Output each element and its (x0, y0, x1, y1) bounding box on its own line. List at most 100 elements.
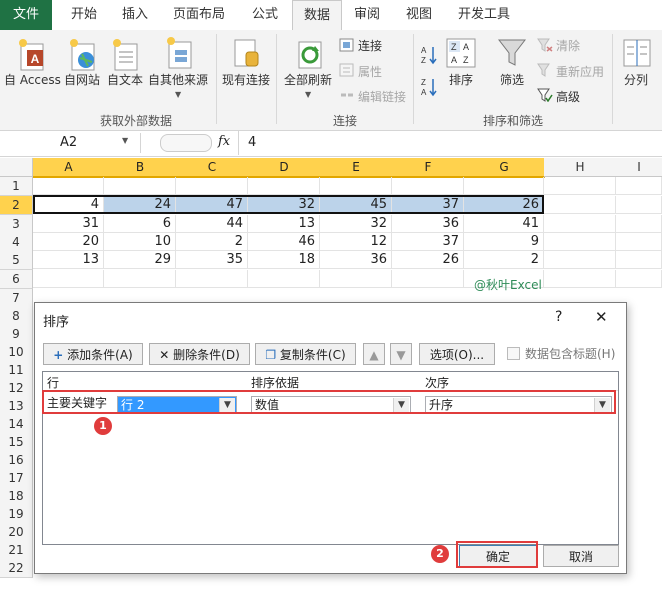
cell[interactable] (616, 233, 662, 251)
from-other-sources-button[interactable]: 自其他来源 (148, 71, 208, 88)
row-header-17[interactable]: 17 (0, 469, 33, 488)
add-condition-button[interactable]: + 添加条件(A) (43, 343, 143, 365)
formula-bar-handle[interactable] (160, 134, 212, 152)
cancel-button[interactable]: 取消 (543, 545, 619, 567)
column-header-b[interactable]: B (104, 158, 177, 178)
cell[interactable] (464, 177, 544, 195)
sort-button[interactable]: 排序 (449, 71, 473, 88)
cell[interactable] (248, 270, 320, 288)
tab-page-layout[interactable]: 页面布局 (160, 0, 238, 30)
cell[interactable] (544, 196, 616, 214)
cell[interactable] (176, 270, 248, 288)
row-header-7[interactable]: 7 (0, 289, 33, 308)
has-header-checkbox[interactable] (507, 347, 520, 360)
move-up-button[interactable]: ▲ (363, 343, 385, 365)
row-header-12[interactable]: 12 (0, 379, 33, 398)
copy-condition-button[interactable]: ❐ 复制条件(C) (255, 343, 356, 365)
advanced-button[interactable]: 高级 (556, 88, 580, 105)
cell[interactable] (616, 196, 662, 214)
options-button[interactable]: 选项(O)... (419, 343, 495, 365)
cell[interactable]: 41 (464, 215, 544, 233)
row-header-8[interactable]: 8 (0, 307, 33, 326)
cell[interactable] (104, 177, 176, 195)
cell[interactable] (33, 270, 104, 288)
cell[interactable] (544, 177, 616, 195)
reapply-button[interactable]: 重新应用 (556, 63, 604, 80)
cell[interactable] (616, 215, 662, 233)
row-header-21[interactable]: 21 (0, 541, 33, 560)
tab-home[interactable]: 开始 (56, 0, 112, 30)
column-header-d[interactable]: D (248, 158, 321, 178)
edit-links-button[interactable]: 编辑链接 (358, 88, 406, 105)
row-header-16[interactable]: 16 (0, 451, 33, 470)
cell[interactable] (544, 233, 616, 251)
cell[interactable]: 44 (176, 215, 248, 233)
cell[interactable]: 12 (320, 233, 392, 251)
row-header-2[interactable]: 2 (0, 196, 33, 215)
row-header-22[interactable]: 22 (0, 559, 33, 578)
from-text-button[interactable]: 自文本 (107, 71, 143, 88)
cell[interactable]: 2 (176, 233, 248, 251)
cell[interactable] (544, 215, 616, 233)
cell[interactable]: 2 (464, 251, 544, 269)
cell[interactable] (320, 270, 392, 288)
cell[interactable]: 13 (248, 215, 320, 233)
row-header-13[interactable]: 13 (0, 397, 33, 416)
cell[interactable]: 20 (33, 233, 104, 251)
cell[interactable] (544, 251, 616, 269)
formula-input[interactable]: 4 (248, 135, 256, 150)
row-header-11[interactable]: 11 (0, 361, 33, 380)
cell[interactable] (176, 177, 248, 195)
name-box[interactable]: A2 ▼ (0, 133, 141, 153)
column-header-f[interactable]: F (392, 158, 465, 178)
cell[interactable]: 32 (320, 215, 392, 233)
row-header-3[interactable]: 3 (0, 215, 33, 234)
tab-review[interactable]: 审阅 (344, 0, 390, 30)
refresh-all-button[interactable]: 全部刷新 (284, 71, 332, 88)
row-header-20[interactable]: 20 (0, 523, 33, 542)
cell[interactable]: 13 (33, 251, 104, 269)
cell[interactable] (616, 251, 662, 269)
row-header-15[interactable]: 15 (0, 433, 33, 452)
move-down-button[interactable]: ▼ (390, 343, 412, 365)
tab-formulas[interactable]: 公式 (240, 0, 290, 30)
cell[interactable] (544, 270, 616, 288)
row-header-18[interactable]: 18 (0, 487, 33, 506)
row-header-9[interactable]: 9 (0, 325, 33, 344)
column-header-i[interactable]: I (616, 158, 662, 177)
cell[interactable] (392, 270, 464, 288)
text-to-columns-button[interactable]: 分列 (624, 71, 648, 88)
cell[interactable]: 10 (104, 233, 176, 251)
tab-file[interactable]: 文件 (0, 0, 52, 30)
cell[interactable] (33, 177, 104, 195)
from-web-button[interactable]: 自网站 (64, 71, 100, 88)
tab-developer[interactable]: 开发工具 (446, 0, 522, 30)
row-header-5[interactable]: 5 (0, 251, 33, 270)
tab-data[interactable]: 数据 (292, 0, 342, 31)
cell[interactable]: 46 (248, 233, 320, 251)
cell[interactable]: 6 (104, 215, 176, 233)
cell[interactable] (104, 270, 176, 288)
cell[interactable]: 9 (464, 233, 544, 251)
column-header-a[interactable]: A (33, 158, 105, 178)
cell[interactable] (616, 270, 662, 288)
cell[interactable]: 29 (104, 251, 176, 269)
properties-button[interactable]: 属性 (358, 63, 382, 80)
cell[interactable]: 26 (392, 251, 464, 269)
close-button[interactable]: ✕ (595, 308, 608, 326)
tab-view[interactable]: 视图 (396, 0, 442, 30)
row-header-10[interactable]: 10 (0, 343, 33, 362)
row-header-19[interactable]: 19 (0, 505, 33, 524)
cell[interactable] (320, 177, 392, 195)
delete-condition-button[interactable]: ✕ 删除条件(D) (149, 343, 250, 365)
fx-icon[interactable]: fx (218, 134, 230, 149)
cell[interactable]: 31 (33, 215, 104, 233)
column-header-c[interactable]: C (176, 158, 249, 178)
cell[interactable]: 18 (248, 251, 320, 269)
cell[interactable] (248, 177, 320, 195)
cell[interactable] (392, 177, 464, 195)
column-header-h[interactable]: H (544, 158, 617, 177)
row-header-14[interactable]: 14 (0, 415, 33, 434)
cell[interactable]: 35 (176, 251, 248, 269)
cell[interactable]: 36 (392, 215, 464, 233)
